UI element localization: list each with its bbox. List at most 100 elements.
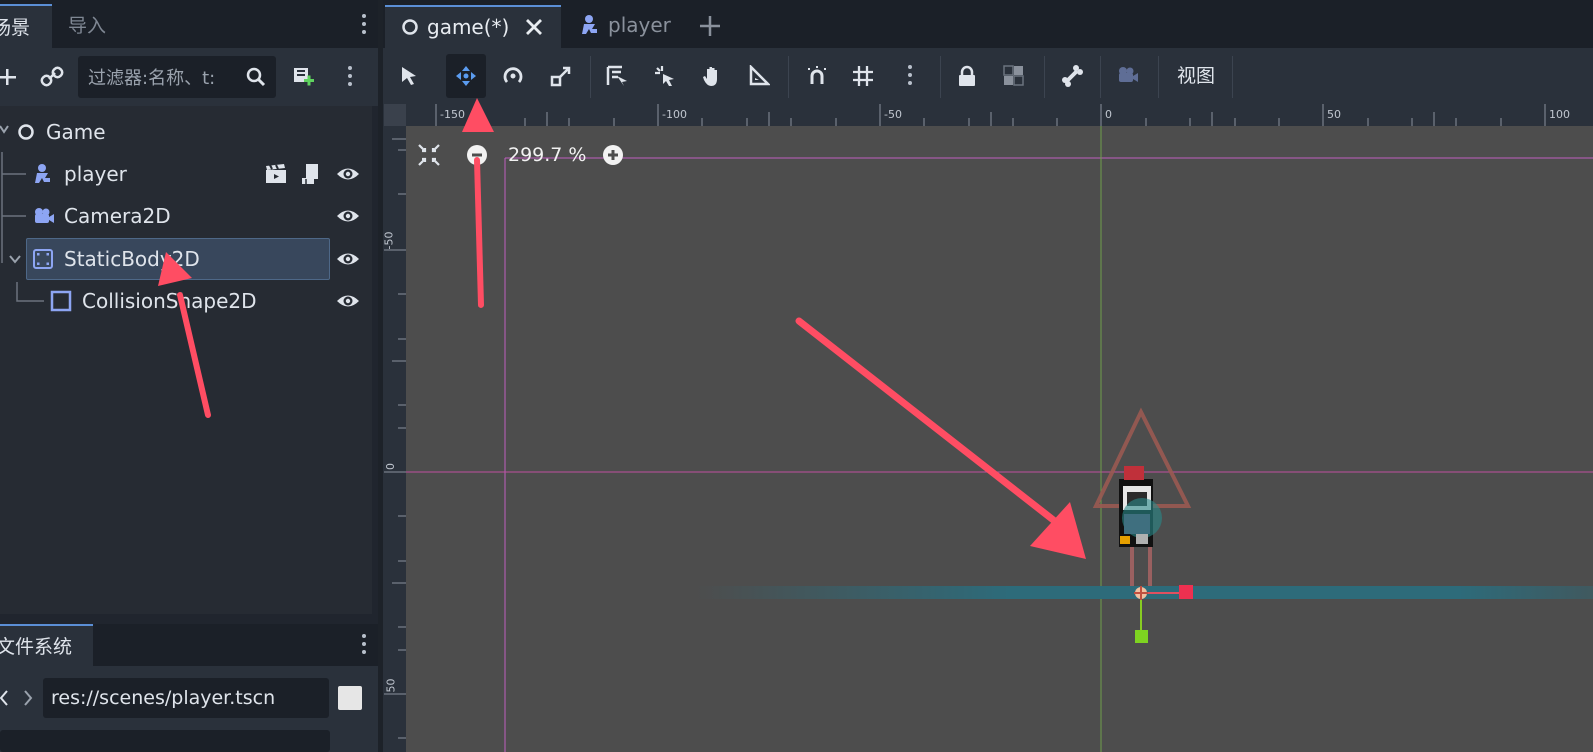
visibility-eye-icon[interactable] [336, 163, 360, 185]
view-menu-button[interactable]: 视图 [1165, 54, 1227, 98]
visibility-eye-icon[interactable] [336, 205, 360, 227]
filesystem-path-field[interactable]: res://scenes/player.tscn [43, 678, 329, 718]
tree-item-label: StaticBody2D [64, 247, 200, 271]
ruler-triangle-icon [749, 65, 770, 86]
lock-icon [959, 65, 975, 86]
characterbody-icon [35, 164, 50, 183]
lock-button[interactable] [947, 54, 987, 98]
tab-game-scene[interactable]: game(*) [385, 5, 561, 48]
tree-item-collisionshape2d[interactable]: CollisionShape2D [0, 280, 372, 322]
tree-item-player[interactable]: player [0, 153, 372, 195]
zoom-out-icon[interactable] [464, 142, 490, 168]
node2d-circle-icon [402, 19, 418, 35]
group-icon [1003, 65, 1024, 86]
center-view-icon[interactable] [416, 142, 442, 168]
ruler-h-label: -150 [440, 108, 465, 121]
list-select-button[interactable] [597, 54, 637, 98]
list-select-icon [606, 65, 627, 86]
annotation-arrows [795, 317, 1086, 559]
scene-filter-field[interactable] [78, 56, 276, 100]
pivot-mode-button[interactable] [645, 54, 685, 98]
link-icon[interactable] [40, 66, 64, 88]
ruler-h-label: -50 [884, 108, 902, 121]
toolbar-separator [1158, 56, 1159, 98]
attach-script-icon[interactable] [290, 66, 316, 90]
select-mode-button[interactable] [390, 54, 430, 98]
toolbar-separator [940, 56, 941, 98]
scale-mode-button[interactable] [541, 54, 581, 98]
magnet-icon [808, 66, 826, 84]
filesystem-dock-tabs: 文件系统 [0, 624, 378, 666]
close-icon[interactable] [525, 18, 543, 36]
back-arrow-icon[interactable] [0, 690, 8, 706]
forward-arrow-icon[interactable] [23, 690, 33, 706]
pan-mode-button[interactable] [692, 54, 732, 98]
scene-tab-bar [383, 0, 1593, 48]
open-scene-icon[interactable] [264, 164, 288, 184]
zoom-level[interactable]: 299.7 % [508, 140, 587, 170]
filesystem-path-text: res://scenes/player.tscn [51, 687, 276, 709]
toolbar-separator [1044, 56, 1045, 98]
visibility-eye-icon[interactable] [336, 290, 360, 312]
filesystem-menu-icon[interactable] [362, 634, 366, 658]
script-icon[interactable] [300, 163, 320, 185]
tab-player-scene[interactable]: player [576, 5, 686, 48]
collisionshape-icon [50, 290, 72, 312]
search-icon [246, 67, 266, 87]
dock-menu-icon[interactable] [362, 14, 366, 38]
node2d-circle-icon [18, 124, 34, 140]
tree-item-game[interactable]: Game [0, 111, 372, 153]
tree-item-label: Game [46, 120, 106, 144]
scene-menu-icon[interactable] [348, 66, 352, 90]
scene-filter-input[interactable] [86, 56, 240, 100]
scale-icon [550, 66, 571, 87]
ruler-h-label: 50 [1327, 108, 1341, 121]
canvas-viewport[interactable] [406, 126, 1593, 752]
toolbar-separator [590, 56, 591, 98]
add-tab-icon[interactable] [699, 15, 721, 37]
toolbar-separator [1100, 56, 1101, 98]
tab-scene[interactable]: 场景 [0, 4, 52, 48]
characterbody-icon [582, 15, 597, 34]
grid-toggle-button[interactable] [843, 54, 883, 98]
camera-icon [35, 208, 54, 223]
split-view-toggle[interactable] [338, 686, 362, 710]
move-arrows-icon [456, 66, 476, 86]
tree-item-label: Camera2D [64, 204, 171, 228]
hand-icon [703, 67, 717, 86]
visibility-eye-icon[interactable] [336, 248, 360, 270]
annotation-arrow-shaft [795, 317, 1065, 530]
pivot-icon [655, 66, 674, 86]
ruler-v-label: 0 [384, 463, 397, 470]
snap-toggle-button[interactable] [797, 54, 837, 98]
grid-icon [853, 66, 873, 86]
camera-icon [1119, 67, 1138, 82]
group-button[interactable] [994, 54, 1034, 98]
tab-filesystem[interactable]: 文件系统 [0, 624, 93, 666]
camera-override-button[interactable] [1108, 54, 1148, 98]
skeleton-button[interactable] [1052, 54, 1092, 98]
ruler-h-label: 0 [1105, 108, 1112, 121]
ruler-h-label: 100 [1549, 108, 1570, 121]
zoom-in-icon[interactable] [600, 142, 626, 168]
ruler-v-label: 50 [384, 678, 398, 693]
add-node-icon[interactable] [0, 67, 16, 87]
rotate-mode-button[interactable] [493, 54, 533, 98]
ruler-v-label: -50 [382, 231, 396, 250]
tree-item-staticbody2d[interactable]: StaticBody2D [0, 238, 372, 280]
ruler-v-ticks [384, 138, 406, 739]
snap-options-button[interactable] [890, 54, 930, 98]
move-mode-button[interactable] [446, 54, 486, 98]
tab-import[interactable]: 导入 [68, 4, 106, 48]
tree-item-camera2d[interactable]: Camera2D [0, 195, 372, 237]
tree-item-label: player [64, 162, 127, 186]
rotate-icon [503, 67, 523, 83]
tab-label: game(*) [427, 15, 510, 39]
ruler-corner[interactable] [384, 104, 406, 126]
vertical-ruler[interactable]: -50 0 50 [382, 126, 406, 752]
horizontal-ruler[interactable]: -150 -100 -50 0 50 100 [406, 104, 1593, 126]
ruler-mode-button[interactable] [739, 54, 779, 98]
staticbody-icon [33, 249, 53, 269]
tree-item-label: CollisionShape2D [82, 289, 257, 313]
filesystem-filter-field[interactable] [0, 730, 330, 752]
